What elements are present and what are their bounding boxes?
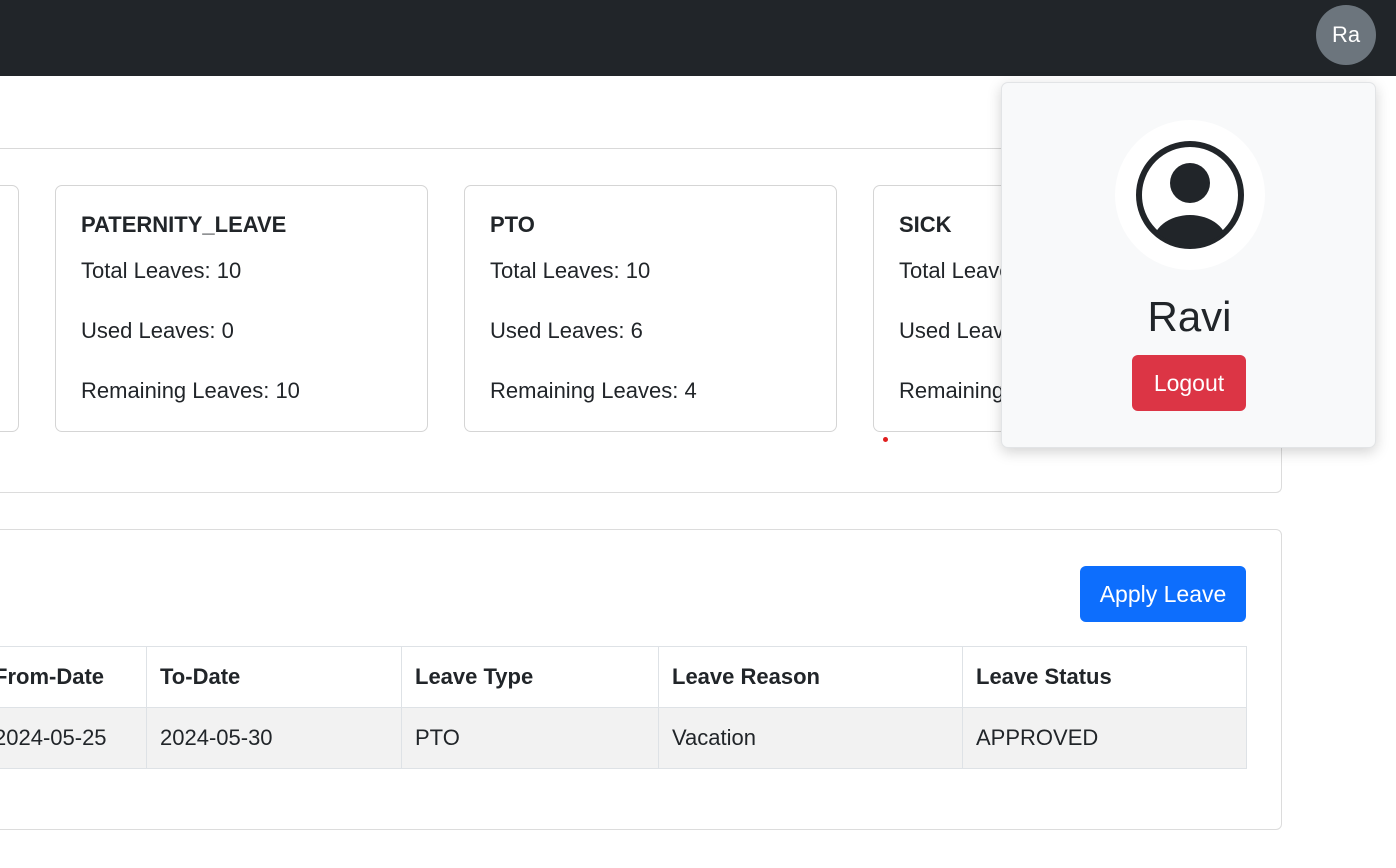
cell-leave-type: PTO [401, 707, 659, 769]
col-leave-status: Leave Status [962, 646, 1247, 708]
table-header-row: From-Date To-Date Leave Type Leave Reaso… [0, 646, 1247, 708]
total-leaves: Total Leaves: 10 [81, 258, 242, 283]
user-circle-icon [1136, 141, 1244, 249]
leave-card-paternity: PATERNITY_LEAVE Total Leaves: 10 Used Le… [55, 185, 428, 432]
profile-name: Ravi [1147, 293, 1232, 340]
apply-leave-button[interactable]: Apply Leave [1080, 566, 1246, 622]
table-row: 2024-05-25 2024-05-30 PTO Vacation APPRO… [0, 707, 1247, 769]
cell-leave-reason: Vacation [658, 707, 963, 769]
cell-from-date: 2024-05-25 [0, 707, 147, 769]
leave-card-pto: PTO Total Leaves: 10 Used Leaves: 6 Rema… [464, 185, 837, 432]
col-leave-type: Leave Type [401, 646, 659, 708]
used-leaves: Used Leaves: 6 [490, 318, 643, 343]
col-to-date: To-Date [146, 646, 402, 708]
top-navbar: Ra [0, 0, 1396, 76]
leave-history-table: From-Date To-Date Leave Type Leave Reaso… [0, 646, 1247, 769]
cursor-dot [883, 437, 888, 442]
leave-card-title: PTO [490, 212, 535, 237]
remaining-leaves: Remaining Leaves: 10 [81, 378, 300, 403]
used-leaves: Used Leaves: 0 [81, 318, 234, 343]
col-from-date: From-Date [0, 646, 147, 708]
remaining-leaves: Remaining Leaves: 4 [490, 378, 697, 403]
leave-card-partial [0, 185, 19, 432]
profile-picture [1115, 120, 1265, 270]
logout-button[interactable]: Logout [1132, 355, 1246, 411]
profile-dropdown: Ravi Logout [1001, 82, 1376, 448]
leave-card-title: PATERNITY_LEAVE [81, 212, 287, 237]
total-leaves: Total Leaves: 10 [490, 258, 651, 283]
leave-card-title: SICK [899, 212, 952, 237]
cell-to-date: 2024-05-30 [146, 707, 402, 769]
user-avatar-button[interactable]: Ra [1316, 5, 1376, 65]
col-leave-reason: Leave Reason [658, 646, 963, 708]
cell-leave-status: APPROVED [962, 707, 1247, 769]
